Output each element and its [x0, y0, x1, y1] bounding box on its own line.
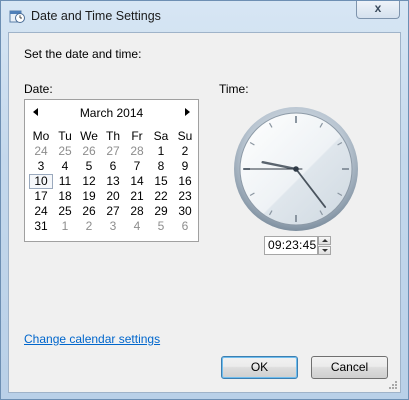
- calendar-day[interactable]: 13: [101, 174, 125, 189]
- time-minutes[interactable]: 23: [285, 238, 299, 252]
- date-time-settings-window: Date and Time Settings x Set the date an…: [0, 0, 409, 400]
- calendar-day[interactable]: 19: [77, 189, 101, 204]
- weekday-header-row: Mo Tu We Th Fr Sa Su: [29, 129, 197, 144]
- next-month-button[interactable]: [181, 106, 193, 118]
- time-label: Time:: [219, 82, 249, 96]
- calendar-day[interactable]: 7: [125, 159, 149, 174]
- calendar-week-row: 3456789: [29, 159, 197, 174]
- time-input[interactable]: 09:23:45: [264, 236, 318, 255]
- calendar-day[interactable]: 24: [29, 204, 53, 219]
- calendar-day[interactable]: 31: [29, 219, 53, 234]
- calendar-day[interactable]: 22: [149, 189, 173, 204]
- calendar-day[interactable]: 25: [53, 204, 77, 219]
- calendar-day[interactable]: 4: [125, 219, 149, 234]
- calendar-day[interactable]: 3: [29, 159, 53, 174]
- calendar-day[interactable]: 27: [101, 204, 125, 219]
- arrow-left-icon: [33, 108, 38, 116]
- calendar-day[interactable]: 24: [29, 144, 53, 159]
- calendar-day[interactable]: 12: [77, 174, 101, 189]
- calendar-week-row: 31 1 2 3 4 5 6: [29, 219, 197, 234]
- arrow-right-icon: [185, 108, 190, 116]
- calendar-grid: Mo Tu We Th Fr Sa Su 24 25 26 27 28 1 2 3 4 5 6 7 8 9…: [29, 129, 197, 234]
- calendar-day[interactable]: 26: [77, 144, 101, 159]
- calendar-day[interactable]: 9: [173, 159, 197, 174]
- calendar-day[interactable]: 20: [101, 189, 125, 204]
- instruction-text: Set the date and time:: [24, 47, 142, 61]
- calendar-header: March 2014: [25, 100, 198, 124]
- weekday-header: Tu: [58, 129, 72, 143]
- calendar-day[interactable]: 8: [149, 159, 173, 174]
- dialog-body: Set the date and time: Date: Time: March…: [8, 32, 401, 393]
- calendar-week-row: 24 25 26 27 28 29 30: [29, 204, 197, 219]
- calendar-day[interactable]: 5: [77, 159, 101, 174]
- date-time-icon: [9, 10, 25, 23]
- calendar-day[interactable]: 2: [77, 219, 101, 234]
- calendar-day[interactable]: 23: [173, 189, 197, 204]
- calendar-day[interactable]: 16: [173, 174, 197, 189]
- calendar-day[interactable]: 6: [173, 219, 197, 234]
- calendar-day[interactable]: 27: [101, 144, 125, 159]
- calendar-day[interactable]: 29: [149, 204, 173, 219]
- close-icon: x: [374, 1, 382, 15]
- calendar-day-selected[interactable]: 10: [29, 174, 53, 189]
- change-calendar-settings-link[interactable]: Change calendar settings: [24, 332, 160, 346]
- time-spinner: [318, 236, 331, 255]
- weekday-header: Th: [105, 129, 120, 143]
- calendar-day[interactable]: 6: [101, 159, 125, 174]
- calendar-day[interactable]: 30: [173, 204, 197, 219]
- calendar-day[interactable]: 15: [149, 174, 173, 189]
- weekday-header: We: [80, 129, 98, 143]
- weekday-header: Mo: [32, 129, 50, 143]
- calendar-day[interactable]: 1: [53, 219, 77, 234]
- time-decrement-button[interactable]: [318, 246, 331, 255]
- window-title: Date and Time Settings: [31, 9, 161, 23]
- ok-button[interactable]: OK: [221, 356, 298, 379]
- weekday-header: Fr: [131, 129, 143, 143]
- calendar-week-row: 24 25 26 27 28 1 2: [29, 144, 197, 159]
- resize-grip-icon[interactable]: [388, 380, 398, 390]
- close-button[interactable]: x: [356, 1, 400, 19]
- title-bar[interactable]: Date and Time Settings x: [1, 1, 408, 31]
- arrow-down-icon: [322, 249, 328, 252]
- calendar: March 2014 Mo Tu We Th Fr Sa Su 24 25 26 27…: [24, 99, 199, 242]
- calendar-day[interactable]: 2: [173, 144, 197, 159]
- previous-month-button[interactable]: [30, 106, 42, 118]
- calendar-day[interactable]: 17: [29, 189, 53, 204]
- calendar-day[interactable]: 5: [149, 219, 173, 234]
- time-hours[interactable]: 09: [268, 238, 282, 252]
- calendar-day[interactable]: 14: [125, 174, 149, 189]
- time-seconds[interactable]: 45: [303, 238, 317, 252]
- calendar-day[interactable]: 1: [149, 144, 173, 159]
- calendar-day[interactable]: 3: [101, 219, 125, 234]
- calendar-day[interactable]: 28: [125, 204, 149, 219]
- calendar-week-row: 17 18 19 20 21 22 23: [29, 189, 197, 204]
- time-increment-button[interactable]: [318, 236, 331, 245]
- weekday-header: Su: [177, 129, 193, 143]
- month-title[interactable]: March 2014: [45, 106, 178, 120]
- arrow-up-icon: [322, 239, 328, 242]
- calendar-day[interactable]: 11: [53, 174, 77, 189]
- calendar-day[interactable]: 28: [125, 144, 149, 159]
- calendar-day[interactable]: 21: [125, 189, 149, 204]
- calendar-day[interactable]: 25: [53, 144, 77, 159]
- weekday-header: Sa: [153, 129, 169, 143]
- calendar-day[interactable]: 4: [53, 159, 77, 174]
- cancel-button[interactable]: Cancel: [311, 356, 388, 379]
- calendar-week-row: 10 11 12 13 14 15 16: [29, 174, 197, 189]
- clock-center: [293, 166, 299, 172]
- date-label: Date:: [24, 82, 53, 96]
- analog-clock: [234, 107, 358, 231]
- calendar-day[interactable]: 18: [53, 189, 77, 204]
- calendar-day[interactable]: 26: [77, 204, 101, 219]
